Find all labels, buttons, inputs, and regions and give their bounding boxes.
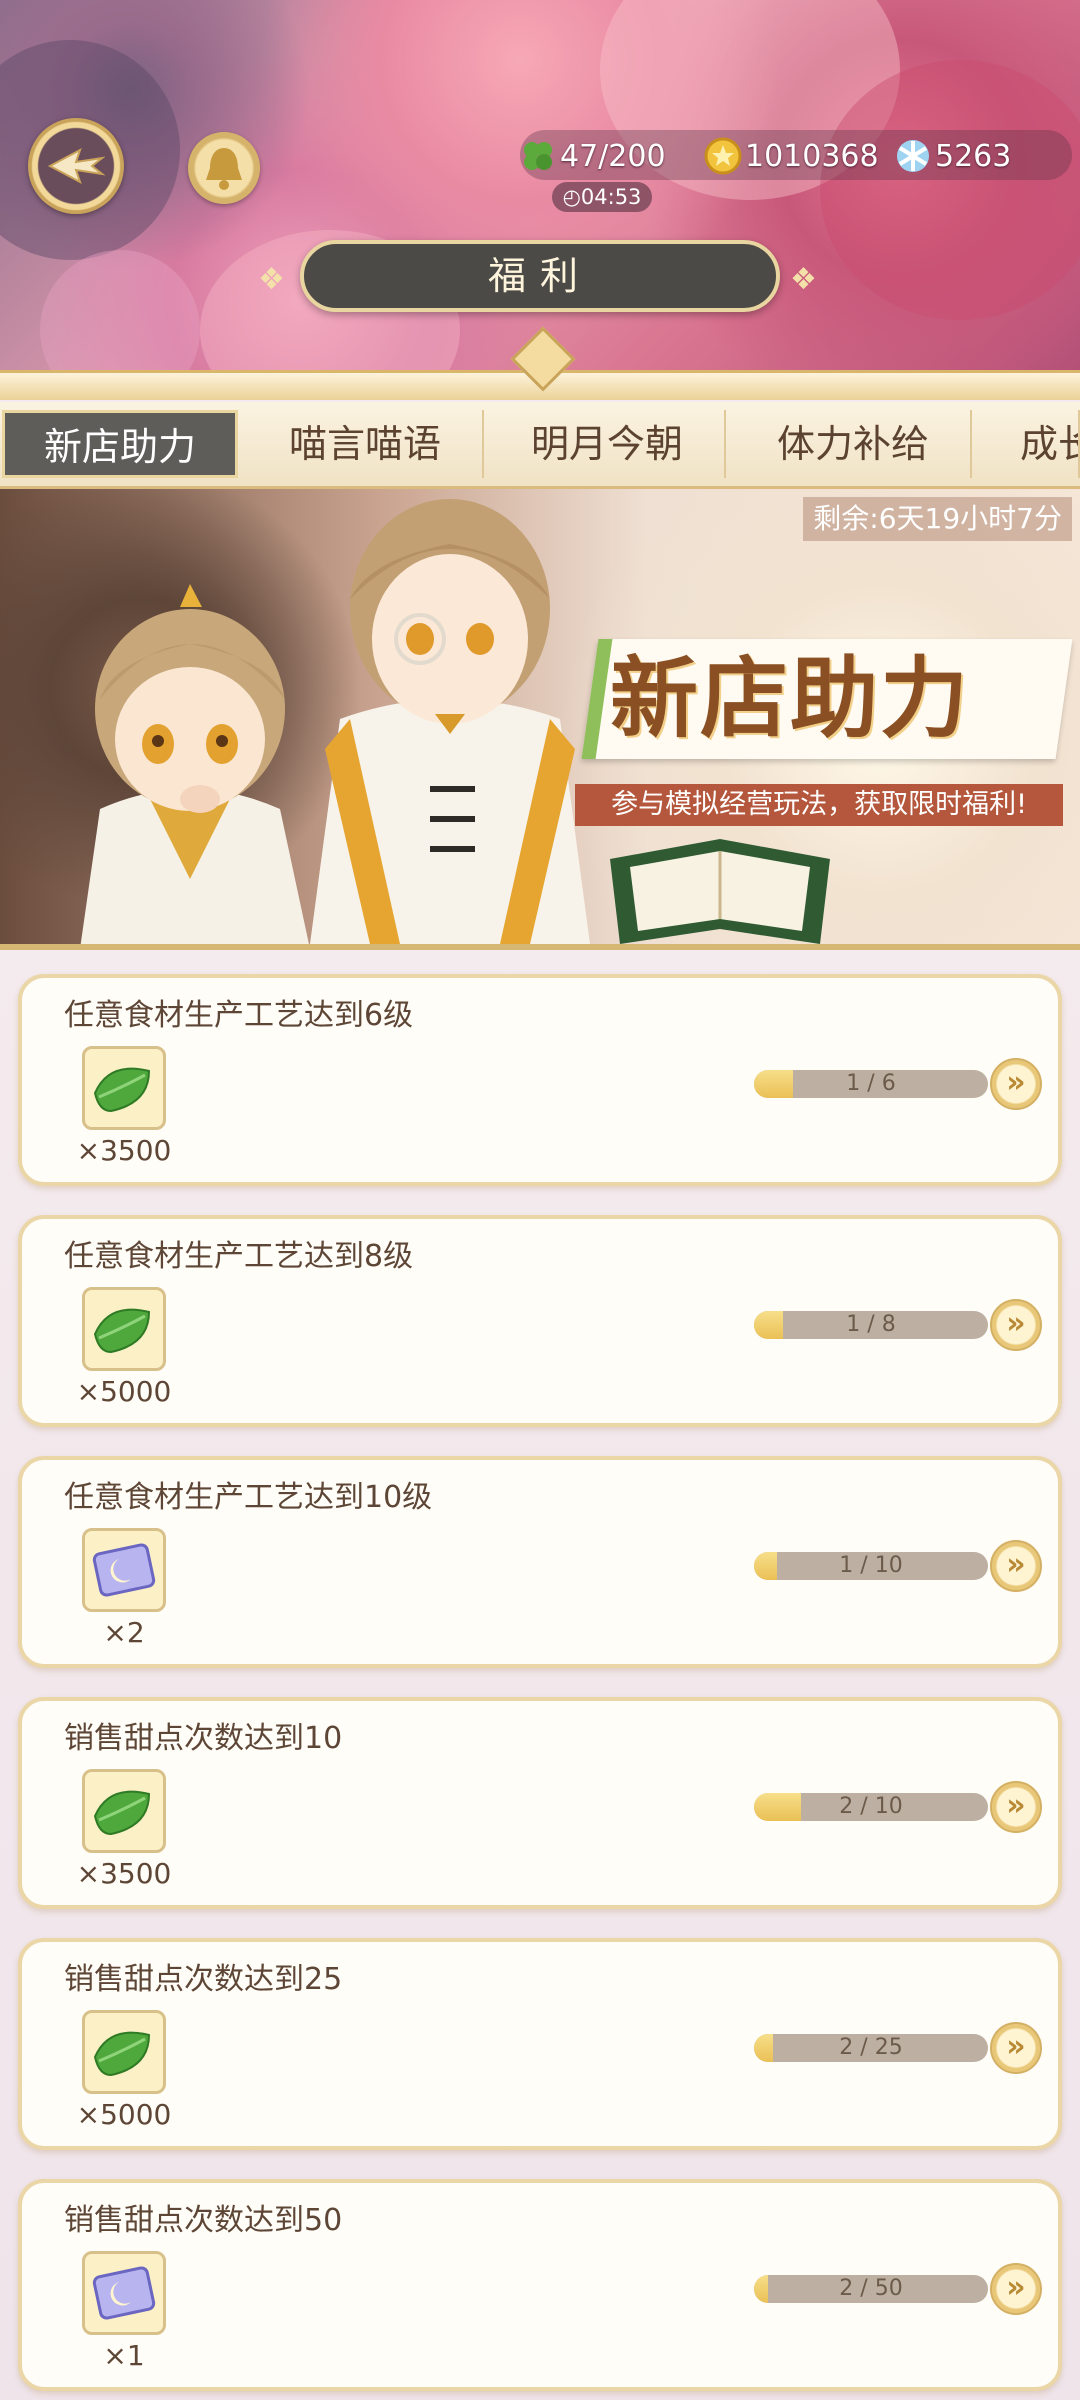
go-button[interactable]: » <box>990 2022 1042 2074</box>
book-illustration <box>610 839 830 944</box>
progress-bar: 1 / 8 <box>754 1311 988 1339</box>
tab-bright-moon[interactable]: 明月今朝 <box>490 410 726 478</box>
page-title: 福利 <box>300 240 780 312</box>
tab-stamina-supply[interactable]: 体力补给 <box>736 410 972 478</box>
coins-display[interactable]: 1010368 <box>703 132 879 180</box>
reward-item[interactable] <box>82 2010 166 2094</box>
time-remaining: 剩余:6天19小时7分 <box>803 497 1072 541</box>
leaf-icon <box>93 1308 151 1354</box>
progress-bar: 1 / 10 <box>754 1552 988 1580</box>
progress-bar: 2 / 25 <box>754 2034 988 2062</box>
stamina-display[interactable]: 47/200 <box>518 132 666 180</box>
reward-quantity: ×5000 <box>76 2098 172 2131</box>
banner-subtitle: 参与模拟经营玩法，获取限时福利! <box>575 784 1063 826</box>
reward-quantity: ×3500 <box>76 1857 172 1890</box>
top-header: 47/200 1010368 5263 ◴04:53 ❖ ❖ 福利 <box>0 0 1080 400</box>
back-arrow-icon <box>47 147 106 185</box>
task-card: 销售甜点次数达到50 ×1 2 / 50 » <box>18 2179 1062 2391</box>
task-title: 销售甜点次数达到50 <box>64 2203 343 2238</box>
adult-character-illustration <box>310 499 590 944</box>
reward-quantity: ×3500 <box>76 1134 172 1167</box>
ticket-icon <box>92 2266 156 2320</box>
ticket-icon <box>92 1543 156 1597</box>
progress-text: 2 / 50 <box>839 2276 903 2301</box>
clover-icon <box>524 142 552 170</box>
task-card: 任意食材生产工艺达到10级 ×2 1 / 10 » <box>18 1456 1062 1668</box>
task-list: 任意食材生产工艺达到6级 ×3500 1 / 6 » 任意食材生产工艺达到8级 … <box>0 950 1080 2400</box>
progress-text: 2 / 10 <box>839 1794 903 1819</box>
reward-quantity: ×1 <box>103 2339 145 2372</box>
category-tabs: 新店助力 喵言喵语 明月今朝 体力补给 成长 <box>0 402 1080 489</box>
task-card: 任意食材生产工艺达到8级 ×5000 1 / 8 » <box>18 1215 1062 1427</box>
stamina-timer: ◴04:53 <box>552 182 652 212</box>
bell-icon <box>206 148 242 190</box>
snowflake-gem-icon <box>897 140 929 172</box>
reward-item[interactable] <box>82 1287 166 1371</box>
reward-item[interactable] <box>82 2251 166 2335</box>
progress-bar: 1 / 6 <box>754 1070 988 1098</box>
reward-item[interactable] <box>82 1046 166 1130</box>
progress-text: 1 / 10 <box>839 1553 903 1578</box>
banner-title: 新店助力 <box>610 647 971 750</box>
reward-item[interactable] <box>82 1769 166 1853</box>
leaf-icon <box>93 2031 151 2077</box>
reward-quantity: ×5000 <box>76 1375 172 1408</box>
go-button[interactable]: » <box>990 1299 1042 1351</box>
reward-quantity: ×2 <box>103 1616 145 1649</box>
task-title: 任意食材生产工艺达到6级 <box>64 998 414 1033</box>
progress-text: 2 / 25 <box>839 2035 903 2060</box>
title-ornament-right: ❖ <box>790 262 817 297</box>
go-button[interactable]: » <box>990 1058 1042 1110</box>
go-button[interactable]: » <box>990 1540 1042 1592</box>
tab-meow-words[interactable]: 喵言喵语 <box>248 410 484 478</box>
go-button[interactable]: » <box>990 2263 1042 2315</box>
progress-text: 1 / 8 <box>846 1312 896 1337</box>
task-title: 销售甜点次数达到25 <box>64 1962 343 1997</box>
coin-icon <box>704 137 742 175</box>
task-card: 销售甜点次数达到25 ×5000 2 / 25 » <box>18 1938 1062 2150</box>
reward-item[interactable] <box>82 1528 166 1612</box>
timer-value: 04:53 <box>580 185 642 209</box>
title-ornament-left: ❖ <box>258 262 285 297</box>
coins-value: 1010368 <box>745 138 879 174</box>
progress-text: 1 / 6 <box>846 1071 896 1096</box>
gems-value: 5263 <box>935 138 1012 174</box>
notice-button[interactable] <box>188 132 260 204</box>
event-banner: 剩余:6天19小时7分 新店助力 参与模拟经营玩法，获取限时福利! <box>0 489 1080 950</box>
back-button[interactable] <box>28 118 124 214</box>
tab-growth[interactable]: 成长 <box>980 410 1080 478</box>
task-title: 任意食材生产工艺达到8级 <box>64 1239 414 1274</box>
leaf-icon <box>93 1067 151 1113</box>
task-title: 销售甜点次数达到10 <box>64 1721 343 1756</box>
tab-new-store-boost[interactable]: 新店助力 <box>2 410 238 478</box>
task-card: 任意食材生产工艺达到6级 ×3500 1 / 6 » <box>18 974 1062 1186</box>
gems-display[interactable]: 5263 <box>893 132 1011 180</box>
stamina-value: 47/200 <box>560 138 666 174</box>
task-title: 任意食材生产工艺达到10级 <box>64 1480 433 1515</box>
progress-bar: 2 / 50 <box>754 2275 988 2303</box>
progress-bar: 2 / 10 <box>754 1793 988 1821</box>
task-card: 销售甜点次数达到10 ×3500 2 / 10 » <box>18 1697 1062 1909</box>
leaf-icon <box>93 1790 151 1836</box>
go-button[interactable]: » <box>990 1781 1042 1833</box>
